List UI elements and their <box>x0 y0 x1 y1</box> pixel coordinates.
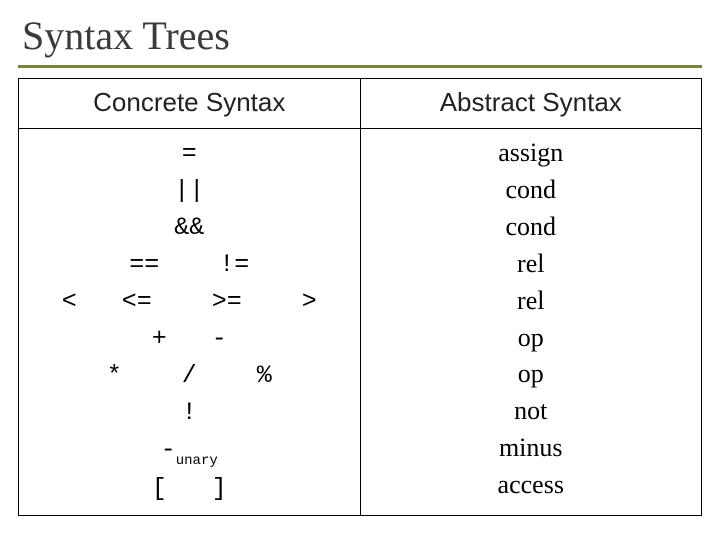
abstract-row: access <box>369 467 694 504</box>
concrete-row: ! <box>27 394 352 431</box>
unary-minus: - <box>161 435 176 464</box>
slide: Syntax Trees Concrete Syntax Abstract Sy… <box>0 0 720 540</box>
concrete-row: && <box>27 209 352 246</box>
abstract-row: rel <box>369 246 694 283</box>
concrete-row: + - <box>27 320 352 357</box>
concrete-row: * / % <box>27 357 352 394</box>
concrete-row-brackets: [ ] <box>27 470 352 507</box>
concrete-row: = <box>27 135 352 172</box>
abstract-row: op <box>369 356 694 393</box>
abstract-row: cond <box>369 172 694 209</box>
abstract-row: not <box>369 393 694 430</box>
abstract-row: cond <box>369 209 694 246</box>
concrete-row-unary: -unary <box>27 431 352 470</box>
abstract-row: assign <box>369 135 694 172</box>
concrete-row: < <= >= > <box>27 283 352 320</box>
concrete-row: == != <box>27 246 352 283</box>
concrete-syntax-cell: = || && == != < <= >= > + - * / % ! -una… <box>19 129 361 516</box>
abstract-row: rel <box>369 283 694 320</box>
syntax-table: Concrete Syntax Abstract Syntax = || && … <box>18 78 702 516</box>
header-concrete: Concrete Syntax <box>19 79 361 129</box>
header-abstract: Abstract Syntax <box>360 79 702 129</box>
abstract-row: op <box>369 320 694 357</box>
slide-title: Syntax Trees <box>18 8 702 68</box>
abstract-syntax-cell: assign cond cond rel rel op op not minus… <box>360 129 702 516</box>
abstract-row: minus <box>369 430 694 467</box>
unary-subscript: unary <box>176 453 218 469</box>
concrete-row: || <box>27 172 352 209</box>
